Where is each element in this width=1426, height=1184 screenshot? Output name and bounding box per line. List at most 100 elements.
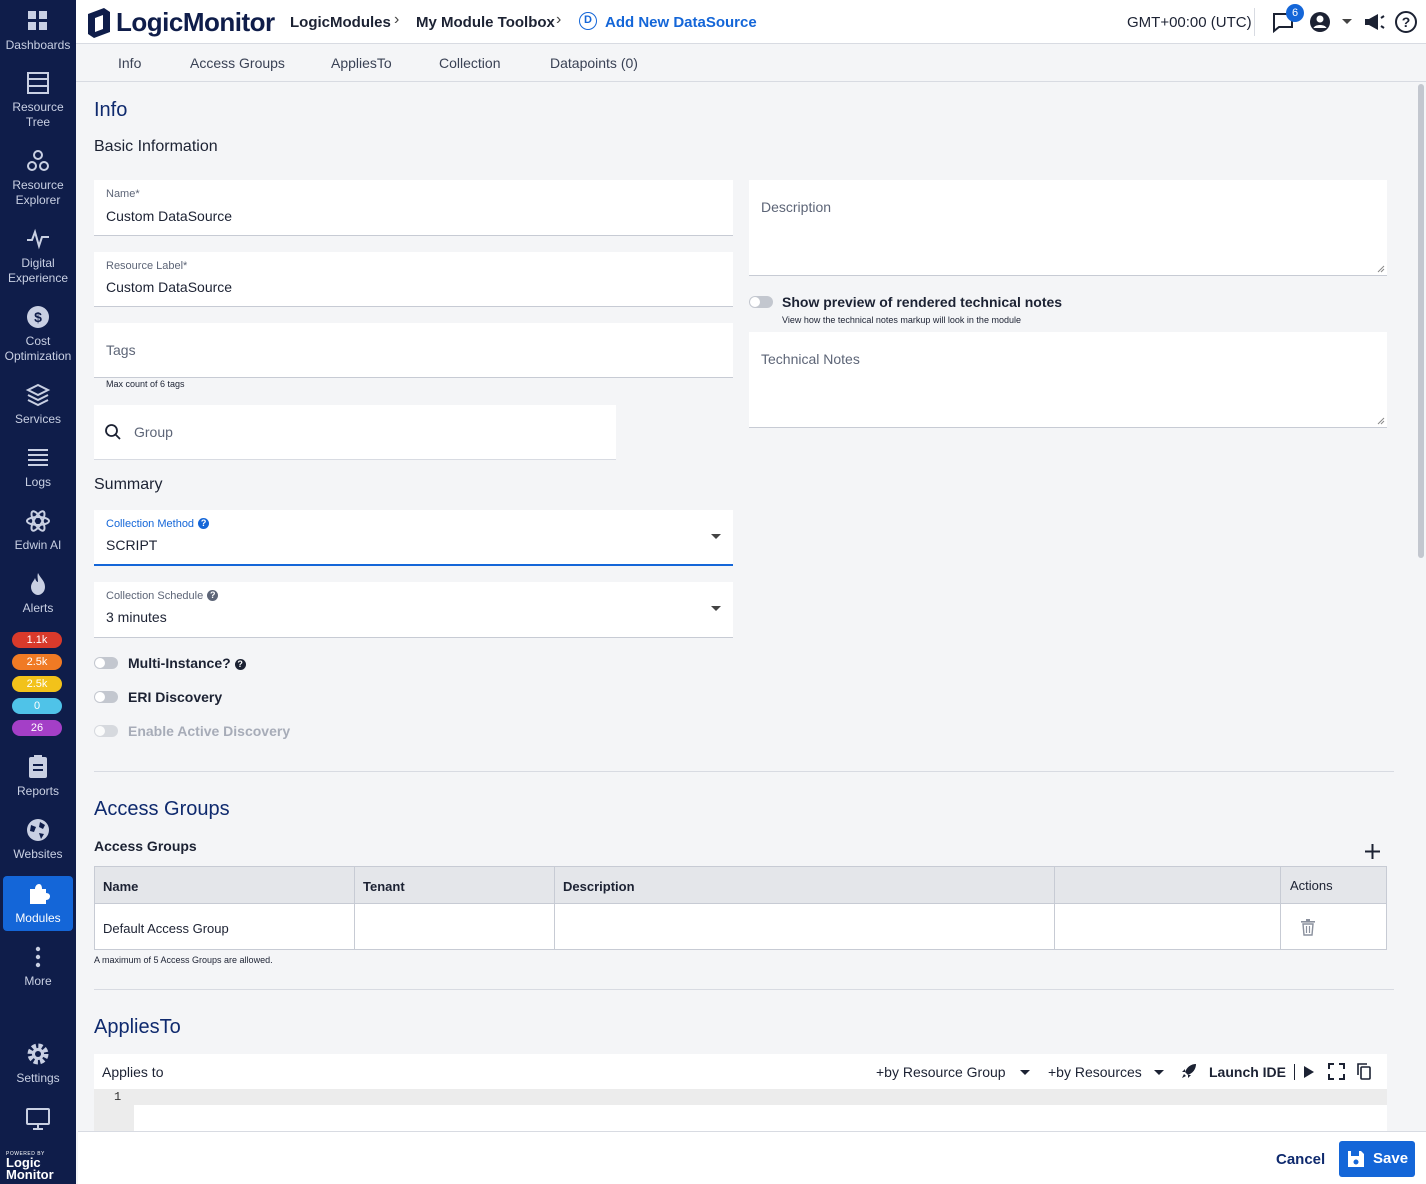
alert-count-info[interactable]: 0: [12, 698, 62, 714]
eri-discovery-label: ERI Discovery: [128, 689, 223, 705]
resize-handle-icon[interactable]: [1377, 265, 1385, 273]
preview-notes-toggle[interactable]: [749, 296, 773, 308]
collection-schedule-value: 3 minutes: [106, 609, 167, 625]
access-groups-table: Name Tenant Description Actions Default …: [94, 866, 1387, 950]
basic-information-title: Basic Information: [94, 138, 218, 155]
chevron-down-icon[interactable]: [1342, 19, 1352, 24]
megaphone-icon[interactable]: [1362, 10, 1386, 34]
table-header: Name Tenant Description Actions: [95, 867, 1386, 904]
logo-text: LogicMonitor: [116, 6, 275, 37]
resize-handle-icon[interactable]: [1377, 417, 1385, 425]
notification-badge: 6: [1286, 4, 1304, 22]
sidebar-item-digital-experience[interactable]: Digital Experience: [0, 226, 76, 286]
fullscreen-icon[interactable]: [1328, 1063, 1345, 1080]
chevron-down-icon: [711, 606, 721, 611]
tab-datapoints[interactable]: Datapoints (0): [550, 55, 638, 71]
sidebar: Dashboards Resource Tree Resource Explor…: [0, 0, 76, 1184]
by-resource-group-button[interactable]: +by Resource Group: [876, 1064, 1006, 1080]
section-divider: [94, 771, 1394, 772]
datasource-badge-icon: D: [579, 12, 597, 30]
sidebar-item-label: Digital Experience: [7, 256, 69, 285]
resource-label-field[interactable]: Resource Label* Custom DataSource: [94, 252, 733, 307]
sidebar-item-display[interactable]: [0, 1106, 76, 1136]
alert-count-warning[interactable]: 2.5k: [12, 676, 62, 692]
sidebar-item-resource-explorer[interactable]: Resource Explorer: [0, 148, 76, 208]
reports-icon: [29, 755, 47, 778]
tab-applies-to[interactable]: AppliesTo: [331, 55, 392, 71]
sidebar-item-services[interactable]: Services: [0, 382, 76, 427]
search-icon: [105, 424, 121, 440]
sidebar-item-modules[interactable]: Modules: [3, 876, 73, 931]
technical-notes-placeholder: Technical Notes: [761, 351, 860, 367]
collection-method-value: SCRIPT: [106, 537, 158, 553]
powered-by-logo: POWERED BY Logic Monitor: [6, 1151, 66, 1181]
sidebar-item-label: Resource Tree: [12, 100, 64, 129]
sidebar-item-edwin-ai[interactable]: Edwin AI: [0, 508, 76, 553]
resource-explorer-icon: [27, 150, 49, 171]
rocket-icon[interactable]: [1180, 1062, 1198, 1080]
multi-instance-toggle[interactable]: [94, 657, 118, 669]
sidebar-item-cost-optimization[interactable]: $ Cost Optimization: [0, 304, 76, 364]
technical-notes-textarea[interactable]: Technical Notes: [749, 332, 1387, 428]
active-line-highlight: [94, 1089, 1387, 1105]
copy-icon[interactable]: [1357, 1063, 1371, 1080]
sidebar-item-logs[interactable]: Logs: [0, 445, 76, 490]
save-button[interactable]: Save: [1339, 1141, 1415, 1177]
resource-label-field-value[interactable]: Custom DataSource: [106, 279, 232, 295]
tab-access-groups[interactable]: Access Groups: [190, 55, 285, 71]
alert-count-error[interactable]: 2.5k: [12, 654, 62, 670]
sidebar-item-more[interactable]: More: [0, 944, 76, 989]
preview-notes-label: Show preview of rendered technical notes: [782, 294, 1063, 310]
name-field-value[interactable]: Custom DataSource: [106, 208, 232, 224]
collection-method-select[interactable]: Collection Method? SCRIPT: [94, 510, 733, 566]
breadcrumb-logicmodules[interactable]: LogicModules: [290, 14, 391, 31]
collection-schedule-select[interactable]: Collection Schedule? 3 minutes: [94, 582, 733, 638]
column-header-description[interactable]: Description: [563, 879, 635, 894]
applies-to-section-title: AppliesTo: [94, 1016, 181, 1038]
eri-discovery-toggle[interactable]: [94, 691, 118, 703]
tags-hint: Max count of 6 tags: [106, 379, 185, 389]
name-field-label: Name*: [106, 188, 140, 200]
breadcrumb-my-module-toolbox[interactable]: My Module Toolbox: [416, 14, 555, 31]
column-divider: [354, 867, 355, 949]
sidebar-item-label: More: [24, 974, 52, 988]
tab-collection[interactable]: Collection: [439, 55, 500, 71]
add-icon[interactable]: [1364, 843, 1381, 860]
page-scrollbar[interactable]: [1418, 84, 1424, 558]
description-textarea[interactable]: Description: [749, 180, 1387, 276]
cancel-button[interactable]: Cancel: [1276, 1151, 1325, 1168]
logicmonitor-logo[interactable]: LogicMonitor: [86, 6, 275, 38]
help-icon[interactable]: ?: [1394, 10, 1418, 34]
sidebar-item-websites[interactable]: Websites: [0, 817, 76, 862]
sidebar-item-label: Alerts: [22, 601, 54, 615]
chevron-down-icon[interactable]: [1020, 1070, 1030, 1075]
help-icon[interactable]: ?: [207, 590, 219, 601]
sidebar-item-settings[interactable]: Settings: [0, 1041, 76, 1086]
powered-by-brand: Logic Monitor: [6, 1155, 54, 1182]
chevron-right-icon: ›: [556, 11, 562, 28]
tab-info[interactable]: Info: [118, 55, 141, 71]
play-icon[interactable]: [1303, 1065, 1315, 1079]
chevron-down-icon[interactable]: [1154, 1070, 1164, 1075]
help-icon[interactable]: ?: [234, 659, 246, 670]
access-groups-hint: A maximum of 5 Access Groups are allowed…: [94, 955, 273, 965]
timezone-label[interactable]: GMT+00:00 (UTC): [1127, 14, 1252, 31]
column-header-name[interactable]: Name: [103, 879, 138, 894]
launch-ide-button[interactable]: Launch IDE: [1209, 1064, 1286, 1080]
sidebar-item-dashboards[interactable]: Dashboards: [0, 8, 76, 53]
group-search-input[interactable]: Group: [94, 405, 616, 460]
tags-input[interactable]: Tags: [94, 323, 733, 378]
sidebar-item-resource-tree[interactable]: Resource Tree: [0, 70, 76, 130]
help-icon[interactable]: ?: [198, 518, 210, 529]
name-field[interactable]: Name* Custom DataSource: [94, 180, 733, 236]
resource-label-field-label: Resource Label*: [106, 260, 188, 272]
column-header-tenant[interactable]: Tenant: [363, 879, 405, 894]
user-avatar-icon[interactable]: [1308, 10, 1332, 34]
trash-icon[interactable]: [1300, 919, 1316, 936]
alert-count-critical[interactable]: 1.1k: [12, 632, 62, 648]
svg-text:$: $: [34, 309, 42, 325]
by-resources-button[interactable]: +by Resources: [1048, 1064, 1142, 1080]
sidebar-item-reports[interactable]: Reports: [0, 754, 76, 799]
alert-count-other[interactable]: 26: [12, 720, 62, 736]
sidebar-item-alerts[interactable]: Alerts: [0, 571, 76, 616]
